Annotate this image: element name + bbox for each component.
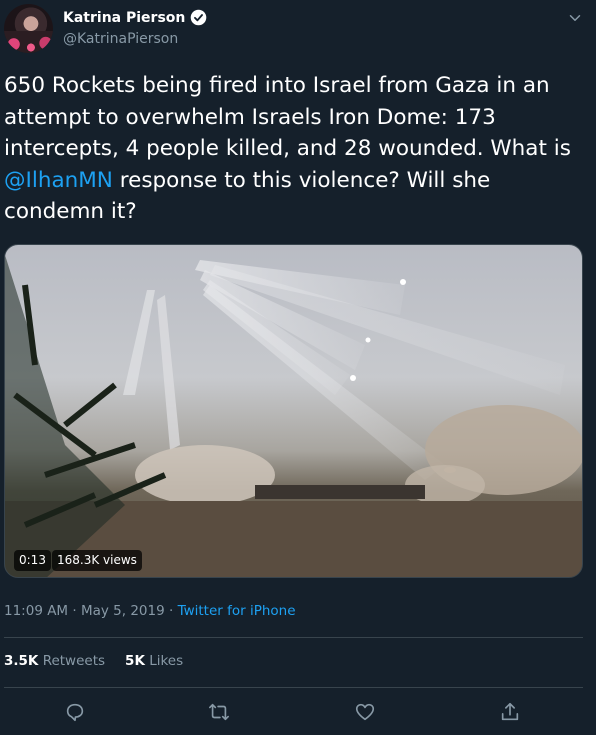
tweet-text-body: 650 Rockets being fired into Israel from… [4, 73, 571, 161]
retweet-icon[interactable] [208, 701, 230, 723]
divider [4, 637, 583, 638]
avatar-flowers [4, 30, 53, 53]
video-views: 168.3K views [52, 550, 142, 571]
verified-badge-icon [191, 9, 207, 26]
display-name[interactable]: Katrina Pierson [63, 10, 185, 26]
avatar[interactable] [4, 4, 53, 53]
tweet-meta: 11:09 AM · May 5, 2019 · Twitter for iPh… [4, 603, 296, 619]
likes-stat[interactable]: 5K Likes [125, 653, 183, 669]
mention-link[interactable]: @IlhanMN [4, 168, 113, 193]
retweets-count: 3.5K [4, 653, 39, 669]
divider [4, 687, 583, 688]
likes-count: 5K [125, 653, 145, 669]
engagement-stats: 3.5K Retweets 5K Likes [4, 653, 203, 669]
heart-icon[interactable] [354, 701, 376, 723]
handle[interactable]: @KatrinaPierson [63, 31, 178, 47]
source-link[interactable]: Twitter for iPhone [178, 603, 296, 619]
retweets-stat[interactable]: 3.5K Retweets [4, 653, 105, 669]
video-frame [5, 255, 582, 577]
tweet-text: 650 Rockets being fired into Israel from… [4, 70, 590, 228]
retweets-label: Retweets [42, 653, 106, 669]
share-icon[interactable] [499, 701, 521, 723]
likes-label: Likes [149, 653, 184, 669]
author-name-row[interactable]: Katrina Pierson [63, 9, 207, 26]
reply-icon[interactable] [64, 701, 86, 723]
chevron-down-icon[interactable] [566, 9, 584, 27]
video-duration: 0:13 [14, 550, 51, 571]
tweet-detail: Katrina Pierson @KatrinaPierson 650 Rock… [0, 0, 596, 735]
video-player[interactable]: 0:13 168.3K views [4, 244, 583, 578]
timestamp[interactable]: 11:09 AM · May 5, 2019 · [4, 603, 178, 619]
